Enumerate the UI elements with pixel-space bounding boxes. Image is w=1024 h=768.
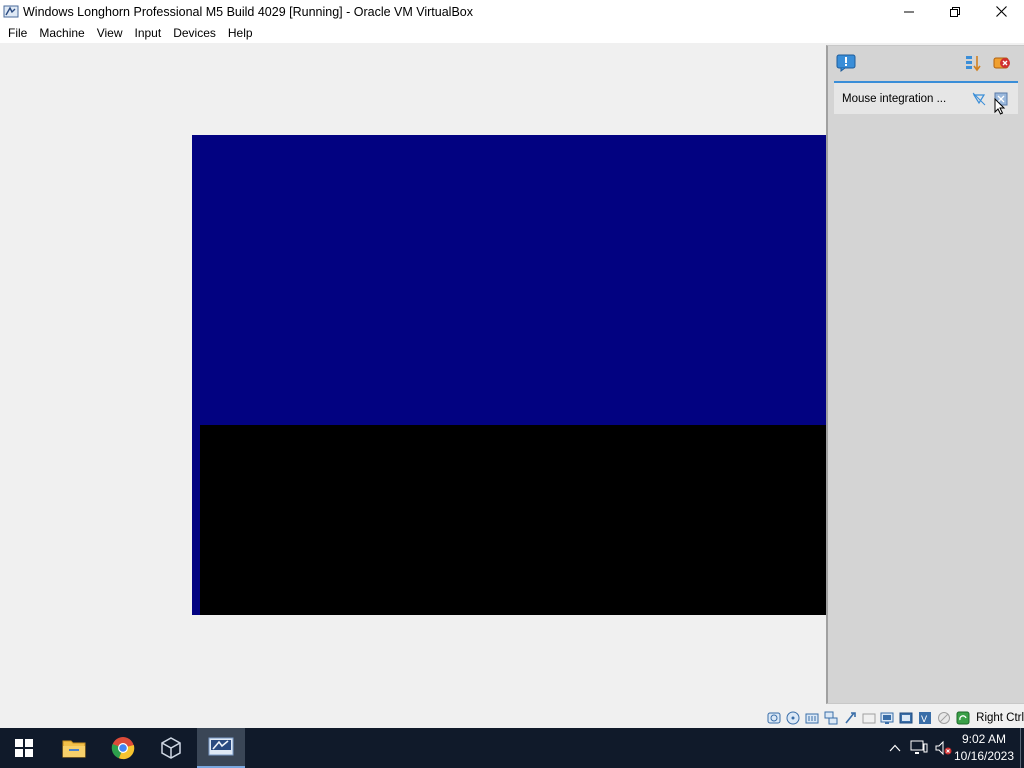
- vm-display-black-region: [200, 425, 828, 615]
- close-button[interactable]: [978, 0, 1024, 23]
- sort-icon[interactable]: [964, 54, 984, 72]
- menu-devices[interactable]: Devices: [168, 23, 221, 43]
- tray-volume[interactable]: [932, 728, 954, 768]
- close-all-icon[interactable]: [992, 54, 1012, 72]
- notification-panel-toolbar: [828, 46, 1024, 80]
- start-button[interactable]: [0, 728, 48, 768]
- recording-icon[interactable]: [898, 711, 914, 726]
- menu-machine[interactable]: Machine: [34, 23, 89, 43]
- cpu-icon[interactable]: V: [917, 711, 933, 726]
- tray-network[interactable]: [908, 728, 930, 768]
- minimize-button[interactable]: [886, 0, 932, 23]
- tray-overflow[interactable]: [886, 728, 904, 768]
- taskbar-virtualbox-vm[interactable]: [197, 728, 245, 768]
- volume-muted-icon: [935, 740, 952, 756]
- virtualbox-vm-icon: [3, 4, 19, 20]
- optical-drive-icon[interactable]: [785, 711, 801, 726]
- vm-display[interactable]: [192, 135, 828, 615]
- taskbar-virtualbox-manager[interactable]: [147, 728, 195, 768]
- chevron-up-icon: [889, 744, 901, 752]
- notification-center-icon[interactable]: [836, 54, 856, 72]
- virtualbox-vm-icon: [208, 737, 234, 756]
- display-icon[interactable]: [880, 711, 896, 726]
- window-title: Windows Longhorn Professional M5 Build 4…: [23, 4, 473, 19]
- menu-bar: File Machine View Input Devices Help: [0, 23, 1024, 43]
- menu-input[interactable]: Input: [130, 23, 167, 43]
- network-icon[interactable]: [823, 711, 839, 726]
- virtualbox-icon: [161, 737, 181, 759]
- host-key-icon[interactable]: [955, 711, 971, 726]
- notification-center-panel: Mouse integration ...: [826, 45, 1024, 704]
- shared-folders-icon[interactable]: [861, 711, 877, 726]
- show-desktop-button[interactable]: [1020, 728, 1024, 768]
- vm-status-bar: V Right Ctrl: [766, 709, 1024, 727]
- restore-icon: [950, 6, 960, 17]
- hard-disk-icon[interactable]: [766, 711, 782, 726]
- windows-logo-icon: [15, 739, 33, 757]
- svg-text:V: V: [921, 715, 928, 725]
- notification-message-text: Mouse integration ...: [842, 92, 947, 105]
- title-bar[interactable]: Windows Longhorn Professional M5 Build 4…: [0, 0, 1024, 23]
- taskbar-chrome[interactable]: [99, 728, 147, 768]
- mouse-integration-status-icon[interactable]: [936, 711, 952, 726]
- menu-view[interactable]: View: [92, 23, 128, 43]
- taskbar-clock[interactable]: 9:02 AM 10/16/2023: [952, 731, 1016, 765]
- mouse-integration-icon[interactable]: [972, 92, 986, 106]
- usb-icon[interactable]: [842, 711, 858, 726]
- clock-date: 10/16/2023: [953, 749, 1015, 763]
- audio-icon[interactable]: [804, 711, 820, 726]
- folder-icon: [62, 740, 86, 758]
- clock-time: 9:02 AM: [961, 732, 1007, 746]
- host-key-label: Right Ctrl: [976, 712, 1024, 724]
- taskbar-file-explorer[interactable]: [50, 728, 98, 768]
- notification-message[interactable]: Mouse integration ...: [834, 81, 1018, 115]
- menu-help[interactable]: Help: [223, 23, 258, 43]
- taskbar: 9:02 AM 10/16/2023: [0, 728, 1024, 768]
- chrome-icon: [111, 737, 135, 760]
- restore-button[interactable]: [932, 0, 978, 23]
- menu-file[interactable]: File: [3, 23, 32, 43]
- minimize-icon: [904, 11, 914, 12]
- mouse-cursor-icon: [994, 97, 1006, 119]
- close-icon: [995, 6, 1007, 17]
- network-tray-icon: [910, 740, 928, 754]
